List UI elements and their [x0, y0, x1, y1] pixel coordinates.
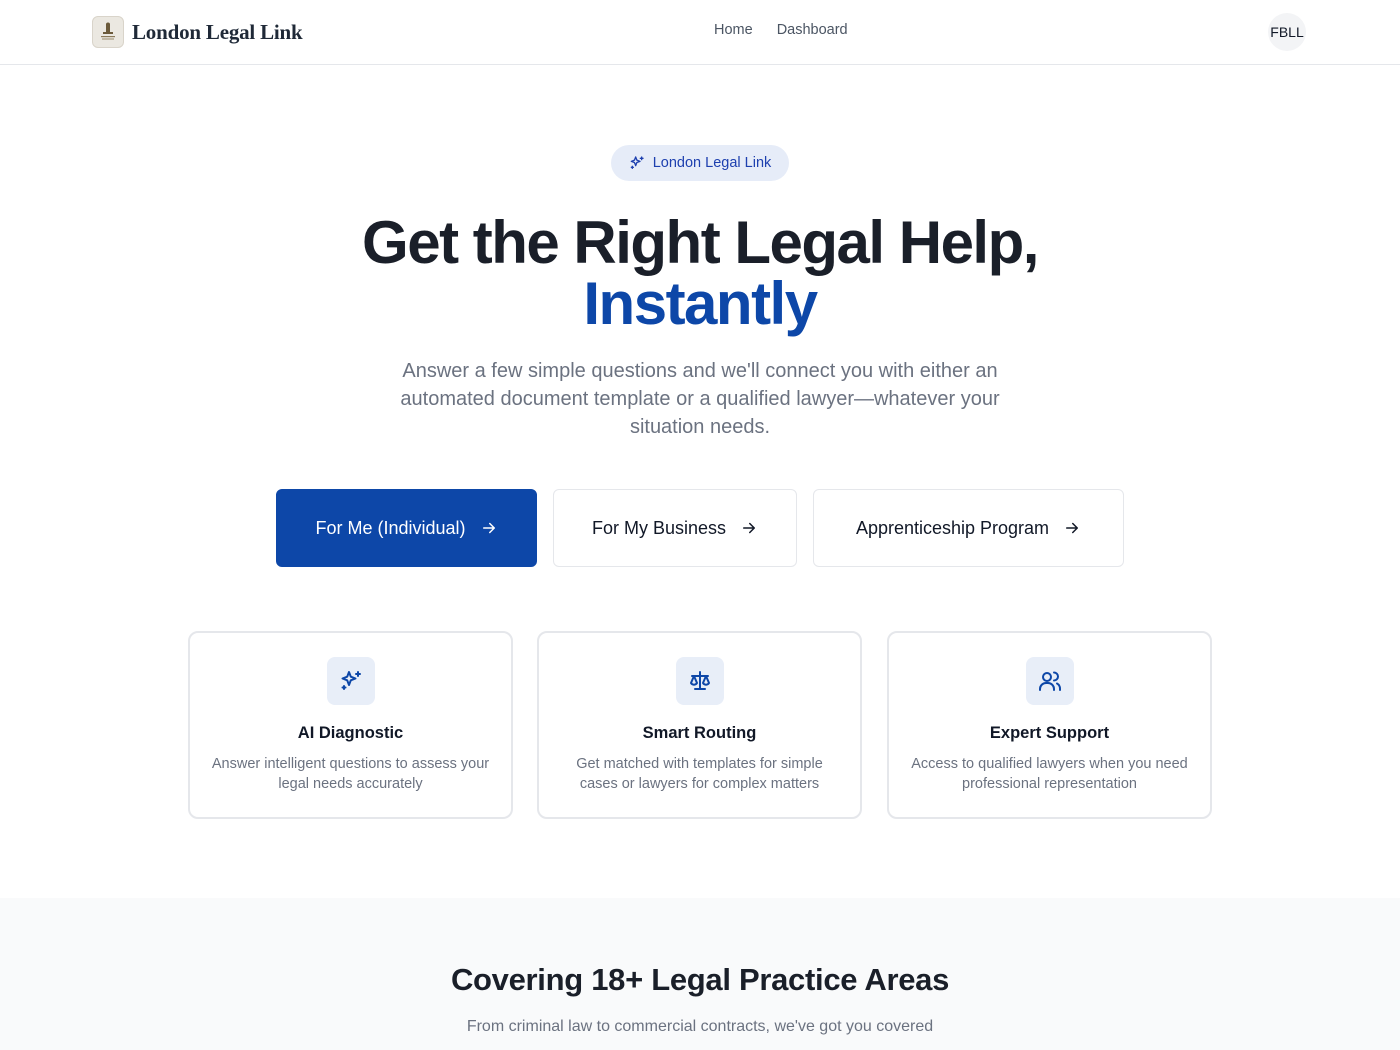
main-nav: Home Dashboard: [714, 22, 848, 38]
apprenticeship-program-label: Apprenticeship Program: [855, 517, 1050, 538]
nav-home-link[interactable]: Home: [714, 22, 753, 38]
hero-title-line1: Get the Right Legal Help,: [362, 209, 1039, 276]
feature-card-ai-diagnostic: AI Diagnostic Answer intelligent questio…: [188, 631, 513, 819]
hero-badge-label: London Legal Link: [652, 155, 772, 171]
hero-badge: London Legal Link: [611, 145, 789, 181]
apprenticeship-program-button[interactable]: Apprenticeship Program: [813, 489, 1124, 567]
scale-icon: [688, 669, 712, 693]
feature-icon-box: [676, 657, 724, 705]
user-avatar[interactable]: FBLL: [1268, 13, 1306, 51]
hero-title-accent: Instantly: [583, 270, 818, 337]
feature-icon-box: [1026, 657, 1074, 705]
top-navbar: London Legal Link Home Dashboard FBLL: [0, 0, 1400, 65]
for-business-label: For My Business: [591, 517, 727, 538]
sparkles-icon: [339, 669, 363, 693]
nav-dashboard-link[interactable]: Dashboard: [777, 22, 848, 38]
feature-title: Smart Routing: [642, 724, 757, 742]
for-individual-button[interactable]: For Me (Individual): [276, 489, 537, 567]
feature-description: Get matched with templates for simple ca…: [576, 756, 823, 792]
feature-card-expert-support: Expert Support Access to qualified lawye…: [887, 631, 1212, 819]
feature-description: Access to qualified lawyers when you nee…: [911, 756, 1188, 792]
sparkles-icon: [629, 155, 645, 171]
brand[interactable]: London Legal Link: [92, 16, 303, 48]
arrow-right-icon: [740, 519, 758, 537]
hero-subtitle: Answer a few simple questions and we'll …: [400, 360, 1000, 438]
arrow-right-icon: [1063, 519, 1081, 537]
practice-areas-title: Covering 18+ Legal Practice Areas: [450, 962, 950, 997]
users-icon: [1038, 669, 1062, 693]
arrow-right-icon: [480, 519, 498, 537]
feature-icon-box: [327, 657, 375, 705]
practice-areas-section: Covering 18+ Legal Practice Areas From c…: [0, 898, 1400, 1050]
for-business-button[interactable]: For My Business: [553, 489, 797, 567]
practice-areas-subtitle: From criminal law to commercial contract…: [466, 1018, 934, 1035]
brand-name: London Legal Link: [132, 19, 303, 44]
brand-logo: [92, 16, 124, 48]
feature-card-smart-routing: Smart Routing Get matched with templates…: [537, 631, 862, 819]
for-individual-label: For Me (Individual): [315, 517, 466, 538]
hero-title: Get the Right Legal Help, Instantly: [200, 212, 1200, 334]
feature-title: AI Diagnostic: [297, 724, 404, 742]
feature-title: Expert Support: [989, 724, 1110, 742]
feature-description: Answer intelligent questions to assess y…: [211, 756, 490, 792]
